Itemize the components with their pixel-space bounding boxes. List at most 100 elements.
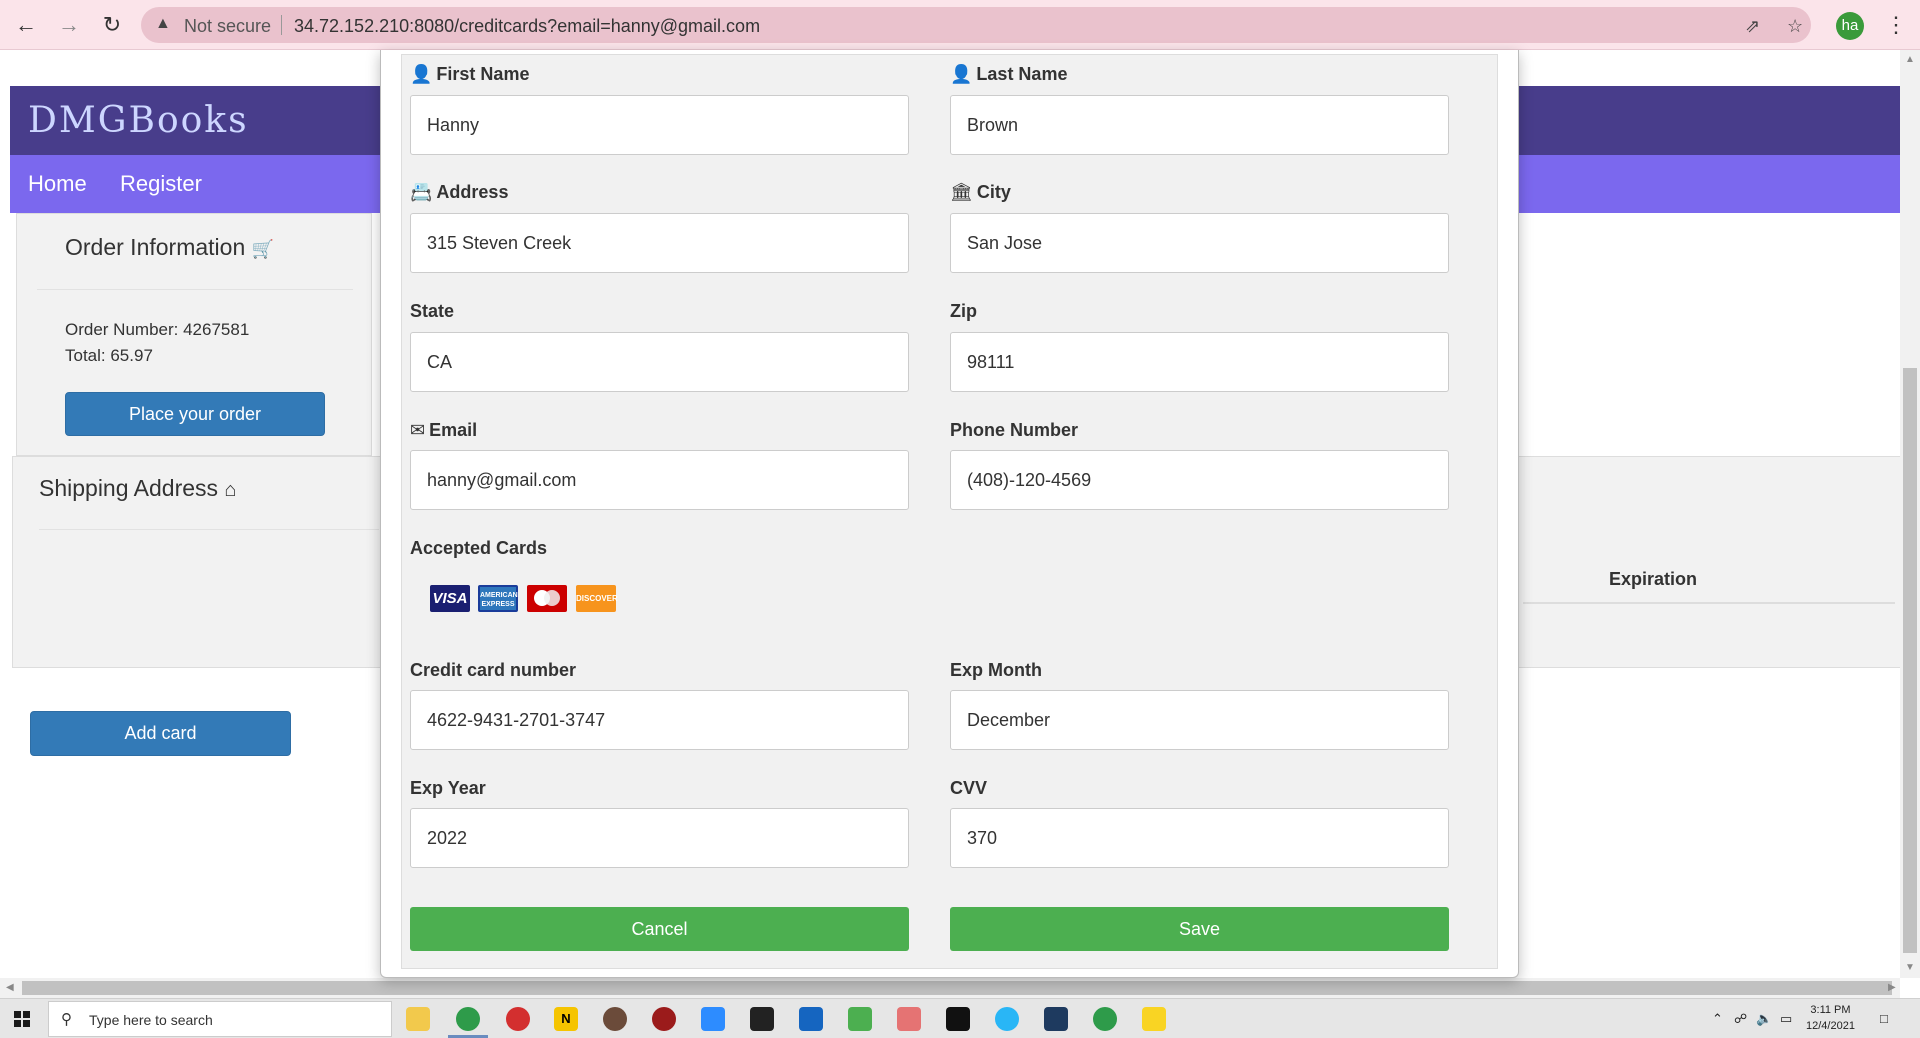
cancel-button[interactable]: Cancel (410, 907, 909, 951)
place-order-button[interactable]: Place your order (65, 392, 325, 436)
app-n-icon[interactable]: N (554, 1007, 578, 1031)
state-input[interactable] (410, 332, 909, 392)
order-divider (37, 289, 353, 290)
discover-icon: DISCOVER (576, 585, 618, 612)
nav-register-link[interactable]: Register (120, 171, 202, 197)
horizontal-scrollbar[interactable]: ◀ ▶ (0, 978, 1900, 998)
menu-kebab-icon[interactable]: ⋮ (1885, 12, 1907, 38)
exp-month-input[interactable] (950, 690, 1449, 750)
search-icon: ⚲ (61, 1011, 72, 1028)
nav-home-link[interactable]: Home (28, 171, 87, 197)
clock-date: 12/4/2021 (1806, 1020, 1855, 1032)
email-label-text: Email (429, 420, 478, 440)
clock-time: 3:11 PM (1810, 1004, 1851, 1016)
taskbar-search-box[interactable]: ⚲ Type here to search (48, 1001, 392, 1037)
order-information-panel: Order Information 🛒 Order Number: 426758… (16, 213, 372, 456)
app-red-icon[interactable] (652, 1007, 676, 1031)
first-name-label: 👤 First Name (410, 64, 529, 85)
table-header-rule (1523, 602, 1895, 604)
url-divider (281, 15, 282, 35)
share-icon[interactable]: ⇗ (1745, 16, 1760, 37)
city-label-text: City (976, 182, 1011, 202)
city-input[interactable] (950, 213, 1449, 273)
last-name-label-text: Last Name (976, 64, 1068, 84)
vertical-scrollbar[interactable]: ▲ ▼ (1900, 50, 1920, 978)
not-secure-label: Not secure (184, 16, 272, 36)
cvv-input[interactable] (950, 808, 1449, 868)
windows-taskbar: ⚲ Type here to search N ⌃ ☍ 🔈 ▭ 3:11 PM … (0, 998, 1920, 1038)
notepad-icon[interactable] (848, 1007, 872, 1031)
home-icon: ⌂ (224, 479, 237, 501)
zip-input[interactable] (950, 332, 1449, 392)
browser-toolbar: ← → ↻ ▲ Not secure 34.72.152.210:8080/cr… (0, 0, 1920, 50)
first-name-label-text: First Name (436, 64, 530, 84)
site-brand[interactable]: DMGBooks (28, 100, 249, 141)
order-info: Order Number: 4267581 Total: 65.97 (65, 317, 249, 369)
reload-icon[interactable]: ↻ (100, 13, 124, 37)
vertical-scroll-thumb[interactable] (1903, 368, 1917, 953)
address-label: 📇 Address (410, 182, 508, 203)
intellij-icon[interactable] (946, 1007, 970, 1031)
order-title: Order Information 🛒 (65, 234, 274, 261)
address-bar[interactable]: ▲ Not secure 34.72.152.210:8080/creditca… (141, 7, 1811, 43)
snipping-tool-icon[interactable] (897, 1007, 921, 1031)
accepted-cards-label: Accepted Cards (410, 538, 548, 558)
app-blue-icon[interactable] (995, 1007, 1019, 1031)
chrome-profile-icon[interactable] (1093, 1007, 1117, 1031)
chrome-icon[interactable] (456, 1007, 480, 1031)
star-icon[interactable]: ☆ (1787, 16, 1803, 37)
card-number-input[interactable] (410, 690, 909, 750)
notification-icon[interactable]: □ (1880, 1011, 1888, 1026)
email-input[interactable] (410, 450, 909, 510)
save-button[interactable]: Save (950, 907, 1449, 951)
address-card-icon: 📇 (410, 182, 433, 202)
tray-chevron-icon[interactable]: ⌃ (1712, 1011, 1723, 1027)
phone-input[interactable] (950, 450, 1449, 510)
state-label: State (410, 301, 455, 321)
shipping-title-text: Shipping Address (39, 475, 219, 501)
order-title-text: Order Information (65, 234, 246, 260)
mail-icon[interactable] (799, 1007, 823, 1031)
expiration-column-header: Expiration (1609, 569, 1698, 589)
system-clock[interactable]: 3:11 PM 12/4/2021 (1806, 1002, 1855, 1034)
power-app-icon[interactable] (506, 1007, 530, 1031)
app-dark-icon[interactable] (750, 1007, 774, 1031)
add-card-button[interactable]: Add card (30, 711, 291, 756)
network-icon[interactable]: ☍ (1734, 1011, 1747, 1027)
windows-start-icon[interactable] (14, 1011, 30, 1027)
address-label-text: Address (436, 182, 509, 202)
institution-icon: 🏛 (950, 182, 973, 202)
envelope-icon: ✉ (410, 420, 426, 440)
scroll-up-icon[interactable]: ▲ (1905, 54, 1915, 65)
exp-year-label: Exp Year (410, 778, 486, 798)
first-name-input[interactable] (410, 95, 909, 155)
last-name-label: 👤 Last Name (950, 64, 1067, 85)
back-arrow-icon[interactable]: ← (14, 13, 38, 37)
address-input[interactable] (410, 213, 909, 273)
display-icon[interactable]: ▭ (1780, 1011, 1792, 1027)
url-text[interactable]: 34.72.152.210:8080/creditcards?email=han… (294, 16, 760, 37)
sticky-notes-icon[interactable] (1142, 1007, 1166, 1031)
exp-year-input[interactable] (410, 808, 909, 868)
volume-icon[interactable]: 🔈 (1756, 1011, 1772, 1027)
scroll-right-icon[interactable]: ▶ (1888, 982, 1896, 993)
email-label: ✉ Email (410, 420, 477, 441)
scroll-down-icon[interactable]: ▼ (1905, 962, 1915, 973)
zoom-icon[interactable] (701, 1007, 725, 1031)
user-icon: 👤 (950, 64, 973, 84)
user-app-icon[interactable] (603, 1007, 627, 1031)
profile-avatar[interactable]: ha (1836, 12, 1864, 40)
file-explorer-icon[interactable] (406, 1007, 430, 1031)
exp-month-label: Exp Month (950, 660, 1042, 680)
last-name-input[interactable] (950, 95, 1449, 155)
scroll-left-icon[interactable]: ◀ (6, 982, 14, 993)
city-label: 🏛 City (950, 182, 1011, 203)
zip-label: Zip (950, 301, 977, 321)
user-icon: 👤 (410, 64, 433, 84)
horizontal-scroll-thumb[interactable] (22, 981, 1892, 995)
order-number: Order Number: 4267581 (65, 320, 250, 339)
mysql-icon[interactable] (1044, 1007, 1068, 1031)
warning-icon: ▲ (155, 15, 171, 32)
forward-arrow-icon[interactable]: → (57, 13, 81, 37)
shipping-title: Shipping Address ⌂ (39, 475, 237, 502)
